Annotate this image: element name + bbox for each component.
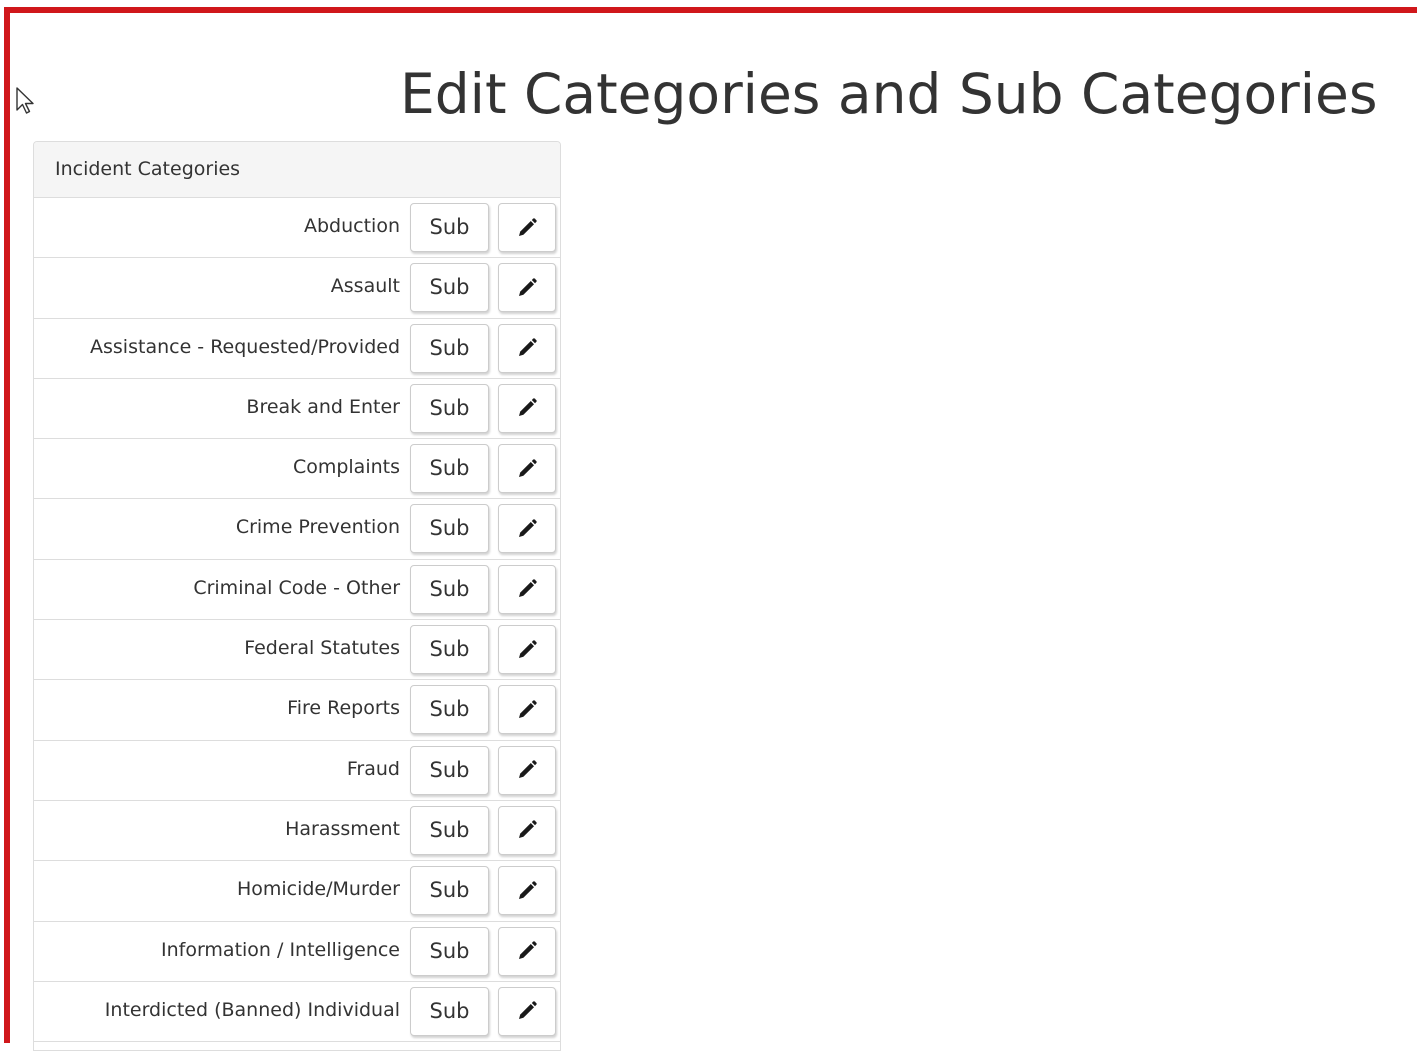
- category-row: Abduction Sub: [34, 198, 560, 259]
- edit-category-button[interactable]: [498, 564, 556, 614]
- category-label: Fraud: [346, 757, 400, 780]
- category-label: Complaints: [292, 456, 400, 479]
- pencil-icon: [516, 337, 538, 359]
- sub-categories-button[interactable]: Sub: [410, 805, 489, 855]
- category-row: Assistance - Requested/Provided Sub: [34, 319, 560, 379]
- category-label: Break and Enter: [246, 395, 400, 418]
- category-label: Interdicted (Banned) Individual: [104, 998, 400, 1021]
- edit-category-button[interactable]: [498, 504, 556, 554]
- screen: Edit Categories and Sub Categories Incid…: [0, 0, 1417, 1051]
- category-row: Federal Statutes Sub: [34, 620, 560, 681]
- category-row: Interdicted (Banned) Individual Sub: [34, 982, 560, 1043]
- pencil-icon: [516, 1000, 538, 1022]
- pencil-icon: [516, 518, 538, 540]
- edit-category-button[interactable]: [498, 444, 556, 494]
- sub-categories-button[interactable]: Sub: [410, 926, 489, 976]
- pencil-icon: [516, 458, 538, 480]
- edit-category-button[interactable]: [498, 986, 556, 1036]
- pencil-icon: [516, 578, 538, 600]
- sub-categories-button[interactable]: Sub: [410, 263, 489, 313]
- edit-category-button[interactable]: [498, 866, 556, 916]
- sub-categories-button[interactable]: Sub: [410, 866, 489, 916]
- category-row: Crime Prevention Sub: [34, 499, 560, 560]
- edit-category-button[interactable]: [498, 625, 556, 675]
- edit-category-button[interactable]: [498, 805, 556, 855]
- category-row: Homicide/Murder Sub: [34, 861, 560, 922]
- incident-categories-panel: Incident Categories Abduction Sub Assaul…: [33, 141, 561, 1051]
- category-row: Harassment Sub: [34, 801, 560, 862]
- sub-categories-button[interactable]: Sub: [410, 323, 489, 373]
- category-row: Fire Reports Sub: [34, 680, 560, 741]
- edit-category-button[interactable]: [498, 323, 556, 373]
- category-label: Abduction: [303, 215, 400, 237]
- category-label: Information / Intelligence: [160, 938, 400, 961]
- sub-categories-button[interactable]: Sub: [410, 564, 489, 614]
- category-row: Information / Intelligence Sub: [34, 922, 560, 982]
- edit-category-button[interactable]: [498, 203, 556, 252]
- category-label: Homicide/Murder: [236, 878, 400, 901]
- panel-heading: Incident Categories: [34, 142, 560, 198]
- category-label: Harassment: [285, 817, 400, 840]
- edit-category-button[interactable]: [498, 383, 556, 433]
- pencil-icon: [516, 639, 538, 661]
- category-row: Assault Sub: [34, 258, 560, 319]
- pencil-icon: [516, 940, 538, 962]
- sub-categories-button[interactable]: Sub: [410, 986, 489, 1036]
- category-label: Federal Statutes: [244, 637, 400, 660]
- sub-categories-button[interactable]: Sub: [410, 745, 489, 795]
- category-label: Crime Prevention: [235, 516, 400, 539]
- page-title: Edit Categories and Sub Categories: [400, 62, 1378, 126]
- pencil-icon: [516, 397, 538, 419]
- pencil-icon: [516, 277, 538, 299]
- category-label: Fire Reports: [287, 697, 400, 720]
- edit-category-button[interactable]: [498, 685, 556, 735]
- sub-categories-button[interactable]: Sub: [410, 625, 489, 675]
- pencil-icon: [516, 880, 538, 902]
- pencil-icon: [516, 759, 538, 781]
- edit-category-button[interactable]: [498, 263, 556, 313]
- category-row: Break and Enter Sub: [34, 379, 560, 440]
- category-label: Assault: [330, 275, 400, 298]
- pencil-icon: [516, 699, 538, 721]
- window-border-top: [4, 7, 1417, 13]
- sub-categories-button[interactable]: Sub: [410, 685, 489, 735]
- pencil-icon: [516, 819, 538, 841]
- edit-category-button[interactable]: [498, 745, 556, 795]
- pencil-icon: [516, 217, 538, 239]
- edit-category-button[interactable]: [498, 926, 556, 976]
- sub-categories-button[interactable]: Sub: [410, 504, 489, 554]
- sub-categories-button[interactable]: Sub: [410, 383, 489, 433]
- category-row: Complaints Sub: [34, 439, 560, 500]
- category-label: Assistance - Requested/Provided: [90, 335, 400, 358]
- category-row: Fraud Sub: [34, 741, 560, 801]
- mouse-pointer-icon: [15, 86, 37, 116]
- category-label: Criminal Code - Other: [193, 576, 400, 599]
- category-row: Criminal Code - Other Sub: [34, 560, 560, 621]
- sub-categories-button[interactable]: Sub: [410, 444, 489, 494]
- sub-categories-button[interactable]: Sub: [410, 203, 489, 252]
- category-list: Abduction Sub Assault Sub Assistance - R…: [34, 198, 560, 1043]
- window-border-left: [4, 7, 10, 1043]
